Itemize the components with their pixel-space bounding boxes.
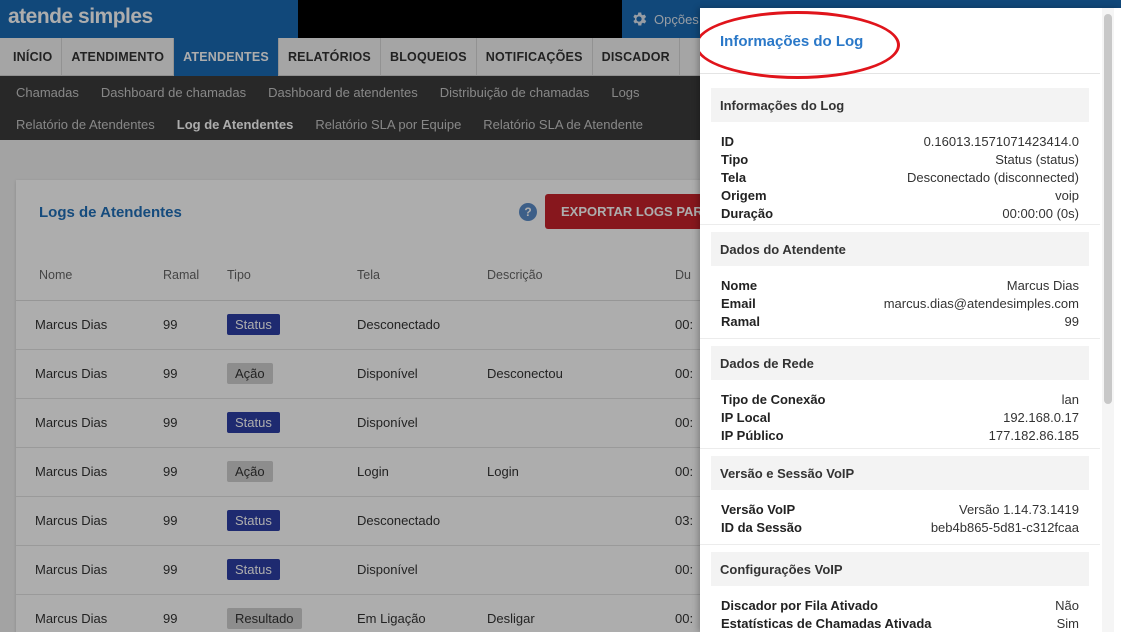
section-divider xyxy=(700,448,1100,449)
info-row: ID da Sessão beb4b865-5d81-c312fcaa xyxy=(721,518,1079,536)
info-key: ID da Sessão xyxy=(721,519,802,535)
section-rows: ID 0.16013.1571071423414.0 Tipo Status (sta… xyxy=(711,122,1089,232)
section-title: Dados do Atendente xyxy=(711,232,1089,266)
info-key: Duração xyxy=(721,205,774,221)
info-value: 0.16013.1571071423414.0 xyxy=(923,133,1079,149)
info-value: marcus.dias@atendesimples.com xyxy=(883,295,1079,311)
info-value: Marcus Dias xyxy=(1006,277,1079,293)
info-value: 192.168.0.17 xyxy=(1003,409,1079,425)
panel-section: Dados de Rede Tipo de Conexão lan IP Local 1… xyxy=(711,346,1089,454)
info-key: Tipo xyxy=(721,151,749,167)
info-value: Sim xyxy=(1056,615,1079,631)
info-row: Nome Marcus Dias xyxy=(721,276,1079,294)
info-row: IP Local 192.168.0.17 xyxy=(721,408,1079,426)
info-row: Email marcus.dias@atendesimples.com xyxy=(721,294,1079,312)
log-info-panel: Informações do Log Informações do Log ID 0… xyxy=(700,8,1121,632)
info-key: Tela xyxy=(721,169,747,185)
section-title: Dados de Rede xyxy=(711,346,1089,380)
info-key: Discador por Fila Ativado xyxy=(721,597,878,613)
info-row: Duração 00:00:00 (0s) xyxy=(721,204,1079,222)
info-row: Tipo de Conexão lan xyxy=(721,390,1079,408)
info-row: Tela Desconectado (disconnected) xyxy=(721,168,1079,186)
section-title: Informações do Log xyxy=(711,88,1089,122)
info-row: Origem voip xyxy=(721,186,1079,204)
info-value: voip xyxy=(1055,187,1079,203)
info-value: 177.182.86.185 xyxy=(988,427,1079,443)
info-key: Estatísticas de Chamadas Ativada xyxy=(721,615,932,631)
info-row: IP Público 177.182.86.185 xyxy=(721,426,1079,444)
info-value: Versão 1.14.73.1419 xyxy=(959,501,1079,517)
info-key: Email xyxy=(721,295,756,311)
info-key: ID xyxy=(721,133,734,149)
section-divider xyxy=(700,544,1100,545)
info-key: Tipo de Conexão xyxy=(721,391,826,407)
info-value: 99 xyxy=(1064,313,1079,329)
info-key: IP Local xyxy=(721,409,771,425)
info-key: Nome xyxy=(721,277,758,293)
info-row: Tipo Status (status) xyxy=(721,150,1079,168)
section-divider xyxy=(700,338,1100,339)
section-rows: Versão VoIP Versão 1.14.73.1419 ID da Sess… xyxy=(711,490,1089,546)
section-rows: Nome Marcus Dias Email marcus.dias@atendesi… xyxy=(711,266,1089,340)
section-rows: Tipo de Conexão lan IP Local 192.168.0.17 IP… xyxy=(711,380,1089,454)
panel-section: Versão e Sessão VoIP Versão VoIP Versão 1.… xyxy=(711,456,1089,546)
info-value: Desconectado (disconnected) xyxy=(907,169,1079,185)
info-row: Estatísticas de Chamadas Ativada Sim xyxy=(721,614,1079,632)
info-value: beb4b865-5d81-c312fcaa xyxy=(930,519,1079,535)
section-rows: Discador por Fila Ativado Não Estatísticas… xyxy=(711,586,1089,632)
info-key: Ramal xyxy=(721,313,761,329)
info-row: Ramal 99 xyxy=(721,312,1079,330)
panel-scrollbar[interactable] xyxy=(1102,8,1114,632)
panel-section: Dados do Atendente Nome Marcus Dias Email ma… xyxy=(711,232,1089,340)
info-value: lan xyxy=(1061,391,1079,407)
info-row: Versão VoIP Versão 1.14.73.1419 xyxy=(721,500,1079,518)
panel-section: Informações do Log ID 0.16013.157107142341… xyxy=(711,88,1089,232)
highlight-ellipse xyxy=(700,11,900,79)
info-value: Status (status) xyxy=(995,151,1079,167)
info-value: 00:00:00 (0s) xyxy=(1002,205,1079,221)
info-key: Versão VoIP xyxy=(721,501,796,517)
info-key: IP Público xyxy=(721,427,784,443)
panel-header: Informações do Log xyxy=(700,8,1100,79)
info-row: ID 0.16013.1571071423414.0 xyxy=(721,132,1079,150)
panel-section: Configurações VoIP Discador por Fila Ativ… xyxy=(711,552,1089,632)
section-title: Versão e Sessão VoIP xyxy=(711,456,1089,490)
info-row: Discador por Fila Ativado Não xyxy=(721,596,1079,614)
info-key: Origem xyxy=(721,187,767,203)
section-divider xyxy=(700,224,1100,225)
section-title: Configurações VoIP xyxy=(711,552,1089,586)
scroll-thumb[interactable] xyxy=(1104,14,1112,404)
info-value: Não xyxy=(1055,597,1079,613)
